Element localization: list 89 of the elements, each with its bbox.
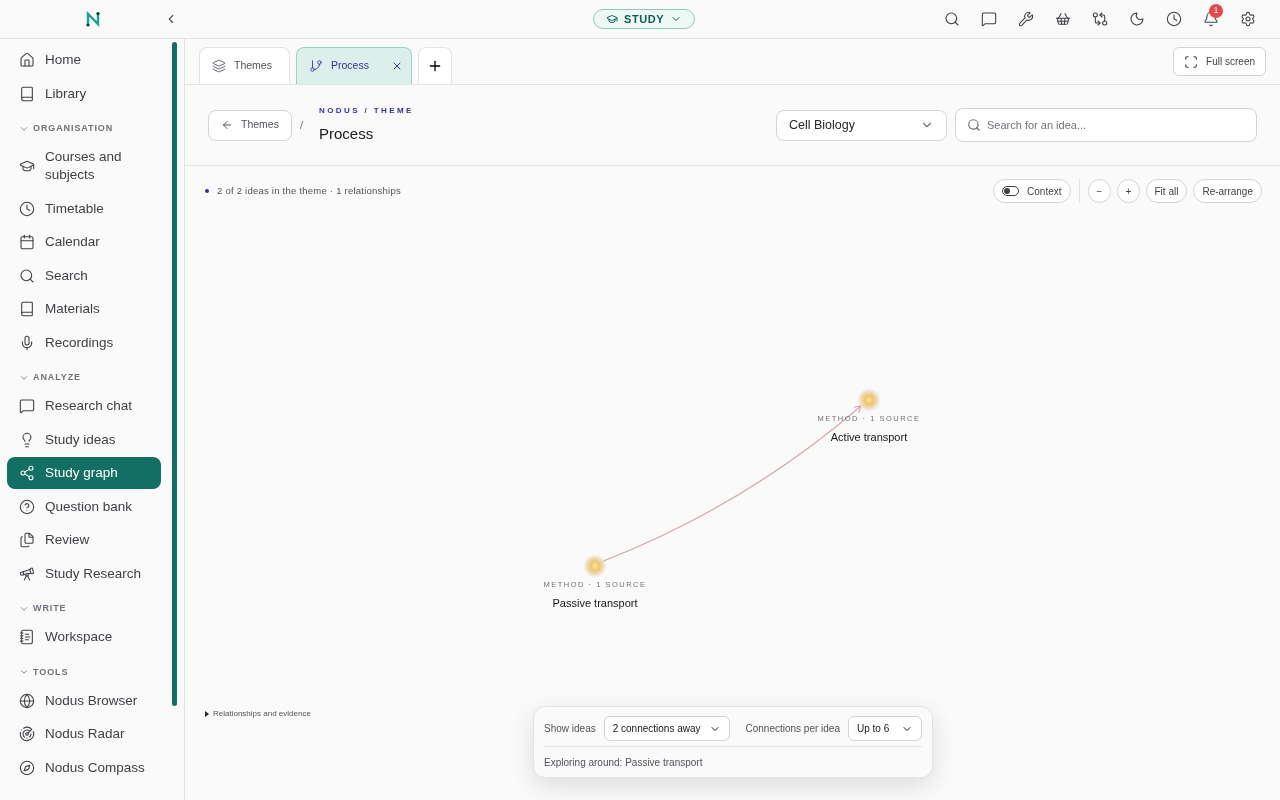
globe-icon (19, 692, 35, 709)
layers-icon (212, 59, 226, 73)
cap-icon (606, 13, 618, 25)
back-button[interactable]: Themes (208, 109, 292, 141)
graph-node[interactable] (583, 554, 607, 578)
scrollbar[interactable] (172, 42, 177, 706)
section-heading: WRITE (33, 602, 67, 615)
basket-icon[interactable] (1055, 11, 1071, 27)
clock-icon (19, 200, 35, 217)
per-idea-select[interactable]: Up to 6 (848, 716, 922, 741)
section-heading: ANALYZE (33, 371, 81, 384)
sidebar-item[interactable]: Search (7, 259, 161, 292)
sidebar-item[interactable]: Workspace (7, 621, 161, 653)
wrench-icon[interactable] (1018, 11, 1034, 27)
sidebar-item[interactable]: Courses and subjects (7, 141, 161, 191)
close-icon[interactable] (391, 60, 403, 72)
bell-icon[interactable] (1203, 11, 1219, 27)
sidebar-item[interactable]: Materials (7, 293, 161, 325)
sidebar-item[interactable]: Research chat (7, 390, 161, 422)
clock-icon[interactable] (1166, 11, 1182, 27)
moon-icon[interactable] (1129, 11, 1145, 27)
mode-button[interactable]: STUDY (593, 9, 696, 29)
sidebar-item[interactable]: Study graph (7, 457, 161, 489)
cap-icon (19, 158, 35, 174)
files-icon (19, 532, 35, 548)
chat-icon (19, 398, 35, 414)
sidebar-item[interactable]: Library (7, 77, 161, 110)
arrow-left-icon (221, 119, 233, 131)
zoom-in-button[interactable]: + (1116, 179, 1140, 203)
sidebar-item[interactable]: Study Research (7, 557, 161, 590)
full-screen-button[interactable]: Full screen (1173, 47, 1266, 76)
chat-icon[interactable] (981, 11, 997, 27)
calendar-icon (19, 234, 35, 250)
notification-badge: 1 (1209, 4, 1223, 18)
lightbulb-icon (19, 431, 35, 448)
section-heading: TOOLS (33, 665, 69, 679)
sidebar-item[interactable]: Nodus Compass (7, 751, 161, 784)
sidebar-item[interactable]: Nodus Radar (7, 718, 161, 750)
show-ideas-label: Show ideas (544, 722, 596, 736)
tab[interactable]: Process (296, 47, 412, 84)
book-icon (19, 301, 35, 317)
new-tab-button[interactable] (418, 47, 452, 84)
search-icon (19, 267, 35, 284)
settings-icon[interactable] (1240, 11, 1256, 27)
context-toggle[interactable]: Context (993, 179, 1071, 203)
sidebar-item[interactable]: Calendar (7, 226, 161, 258)
sidebar-item[interactable]: Recordings (7, 326, 161, 359)
help-icon (19, 498, 35, 515)
radar-icon (19, 726, 35, 742)
compass-icon (19, 759, 35, 776)
fit-all-button[interactable]: Fit all (1145, 179, 1188, 203)
notebook-icon (19, 629, 35, 645)
rearrange-button[interactable]: Re-arrange (1193, 179, 1262, 203)
graph-node[interactable] (857, 388, 881, 412)
branch-icon[interactable] (1092, 11, 1108, 27)
show-ideas-select[interactable]: 2 connections away (603, 716, 730, 741)
page-title: Process (319, 123, 375, 144)
breadcrumb-separator: / (299, 117, 303, 133)
per-idea-label: Connections per idea (745, 722, 840, 736)
house-icon (19, 52, 35, 68)
tab[interactable]: Themes (199, 47, 290, 84)
explore-status: Exploring around: Passive transport (544, 756, 704, 770)
microphone-icon (19, 334, 35, 351)
section-heading: ORGANISATION (33, 122, 114, 135)
tab-label: Themes (234, 58, 272, 74)
expand-icon (1184, 54, 1199, 69)
sidebar-item[interactable]: Home (7, 44, 161, 76)
tab-label: Process (331, 58, 369, 74)
graph-summary: 2 of 2 ideas in the theme · 1 relationships (217, 184, 401, 198)
subject-select[interactable]: Cell Biology (776, 109, 947, 141)
sidebar-item[interactable]: Timetable (7, 192, 161, 225)
plus-icon (427, 58, 443, 74)
branch-icon (309, 59, 323, 73)
logo-icon (85, 11, 101, 27)
eyebrow-label: NODUS / THEME (319, 104, 414, 117)
node-label: Passive transport (552, 596, 638, 612)
search-icon (967, 118, 981, 132)
node-label: Active transport (830, 430, 908, 446)
zoom-out-button[interactable]: − (1087, 179, 1111, 203)
sidebar-item[interactable]: Study ideas (7, 423, 161, 456)
sidebar-item[interactable]: Question bank (7, 490, 161, 523)
share-icon (19, 465, 35, 481)
sidebar-item[interactable]: Nodus Browser (7, 684, 161, 717)
details-toggle[interactable]: Relationships and evidence (205, 708, 311, 720)
search-field[interactable]: Search for an idea... (955, 108, 1257, 142)
telescope-icon (19, 565, 35, 582)
book-icon (19, 85, 35, 102)
sidebar-item[interactable]: Review (7, 524, 161, 556)
search-icon[interactable] (944, 11, 960, 27)
